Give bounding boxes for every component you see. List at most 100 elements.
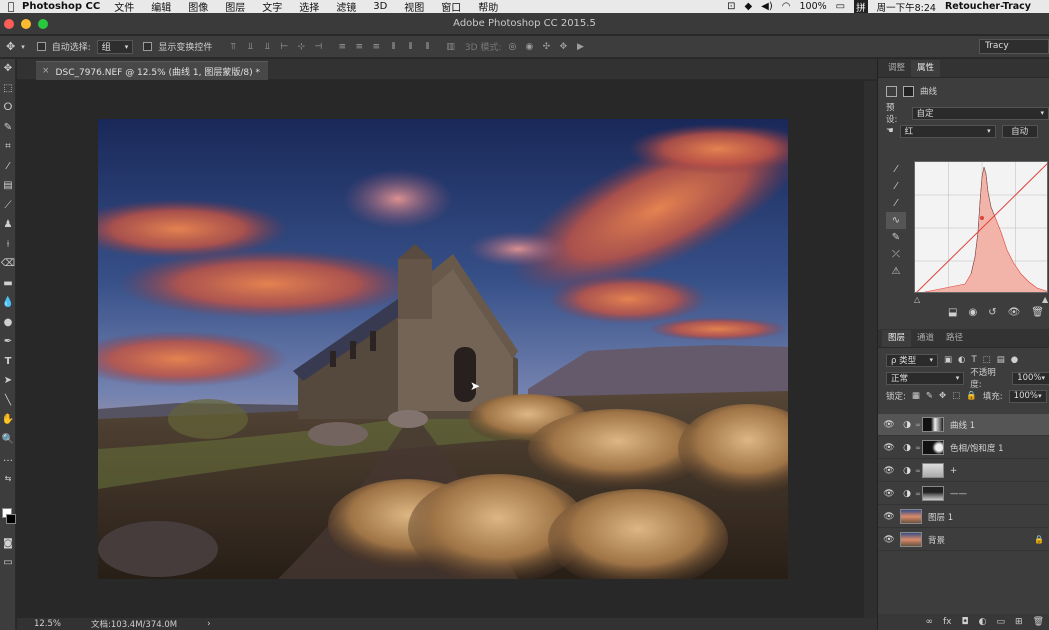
distribute-right-icon[interactable]: ⦀ <box>422 42 432 52</box>
menu-view[interactable]: 视图 <box>404 0 424 14</box>
auto-select-dropdown[interactable]: 组 ▾ <box>96 39 134 54</box>
filter-type-icon[interactable]: T <box>971 355 976 365</box>
target-adjust-icon[interactable]: ☚ <box>886 126 894 136</box>
lock-image-icon[interactable]: ✎ <box>926 391 933 401</box>
white-point-eyedropper-icon[interactable]: ⁄ <box>886 195 906 212</box>
distribute-bottom-icon[interactable]: ≡ <box>371 42 381 52</box>
wifi-icon[interactable]: ◠ <box>782 1 791 12</box>
screen-record-icon[interactable]: ⊡ <box>727 1 735 12</box>
white-input-slider[interactable]: ▲ <box>1042 295 1048 304</box>
layer-mask-thumbnail[interactable] <box>922 486 944 501</box>
reset-icon[interactable]: ↺ <box>988 307 996 318</box>
3d-camera-icon[interactable]: ▶ <box>575 42 585 52</box>
link-chain-icon[interactable]: ∞ <box>914 467 922 475</box>
brush-tool-icon[interactable]: ⟋ <box>0 196 16 216</box>
menu-window[interactable]: 窗口 <box>441 0 461 14</box>
healing-brush-tool-icon[interactable]: ▤ <box>0 176 16 196</box>
smooth-curve-icon[interactable]: ⤫ <box>886 246 906 263</box>
new-layer-icon[interactable]: ⊞ <box>1015 617 1023 627</box>
tool-preset-chevron-icon[interactable]: ▾ <box>21 43 25 51</box>
clone-stamp-tool-icon[interactable]: ♟ <box>0 215 16 235</box>
black-point-eyedropper-icon[interactable]: ⁄ <box>886 161 906 178</box>
filter-adjustment-icon[interactable]: ◐ <box>958 355 965 365</box>
lasso-tool-icon[interactable]: ⵔ <box>0 98 16 118</box>
link-layers-icon[interactable]: ∞ <box>926 617 934 627</box>
zoom-level[interactable]: 12.5% <box>34 619 61 629</box>
notification-icon[interactable]: ◆ <box>744 1 752 12</box>
layer-row[interactable]: 👁 背景 🔒 <box>878 529 1049 551</box>
delete-adjustment-icon[interactable]: 🗑 <box>1031 307 1044 318</box>
clock[interactable]: 周一下午8:24 <box>877 0 936 14</box>
canvas-area[interactable]: ➤ <box>17 81 864 618</box>
align-bottom-icon[interactable]: ⫫ <box>262 42 272 52</box>
link-chain-icon[interactable]: ∞ <box>914 421 922 429</box>
visibility-icon[interactable]: 👁 <box>1008 307 1021 318</box>
filter-toggle-icon[interactable]: ● <box>1011 355 1018 365</box>
visibility-eye-icon[interactable]: 👁 <box>878 443 900 453</box>
tab-properties[interactable]: 属性 <box>911 60 941 77</box>
show-transform-checkbox[interactable] <box>143 42 153 51</box>
align-right-icon[interactable]: ⊣ <box>313 42 323 52</box>
auto-select-checkbox[interactable] <box>36 42 46 51</box>
tab-adjustments[interactable]: 调整 <box>882 60 911 77</box>
menu-edit[interactable]: 编辑 <box>151 0 171 14</box>
close-tab-icon[interactable]: × <box>42 66 50 76</box>
distribute-hcenter-icon[interactable]: ⦀ <box>405 42 415 52</box>
menu-app-name[interactable]: Photoshop CC <box>22 1 100 12</box>
dodge-tool-icon[interactable]: ● <box>0 313 16 333</box>
auto-button[interactable]: 自动 <box>1001 124 1038 138</box>
move-tool-icon[interactable]: ✥ <box>0 59 16 79</box>
add-mask-icon[interactable]: ◘ <box>962 617 969 627</box>
menu-help[interactable]: 帮助 <box>478 0 498 14</box>
status-menu-chevron-icon[interactable]: › <box>207 619 210 629</box>
workspace-switcher[interactable]: Tracy <box>979 39 1049 54</box>
distribute-left-icon[interactable]: ⦀ <box>388 42 398 52</box>
distribute-vcenter-icon[interactable]: ≡ <box>354 42 364 52</box>
tab-layers[interactable]: 图层 <box>882 330 912 347</box>
pencil-curve-icon[interactable]: ✎ <box>886 229 906 246</box>
3d-drag-icon[interactable]: ✣ <box>541 42 551 52</box>
new-adjustment-icon[interactable]: ◐ <box>979 617 987 627</box>
layer-row[interactable]: 👁 ◑ ∞ + <box>878 460 1049 482</box>
tab-channels[interactable]: 通道 <box>911 330 940 347</box>
input-method[interactable]: 拼 <box>854 0 868 14</box>
zoom-tool-icon[interactable]: 🔍 <box>0 430 16 450</box>
crop-tool-icon[interactable]: ⌗ <box>0 137 16 157</box>
layer-mask-thumbnail[interactable] <box>922 463 944 478</box>
align-top-icon[interactable]: ⫪ <box>228 42 238 52</box>
preset-dropdown[interactable]: 自定 ▾ <box>911 106 1049 120</box>
opacity-field[interactable]: 100% ▾ <box>1012 371 1049 385</box>
link-chain-icon[interactable]: ∞ <box>914 444 922 452</box>
align-left-icon[interactable]: ⊢ <box>279 42 289 52</box>
apple-icon[interactable]:  <box>0 0 22 13</box>
layer-row[interactable]: 👁 图层 1 <box>878 506 1049 528</box>
lock-icon[interactable]: 🔒 <box>1034 535 1044 544</box>
filter-shape-icon[interactable]: ⬚ <box>983 355 991 365</box>
path-select-tool-icon[interactable]: ➤ <box>0 371 16 391</box>
screen-mode-icon[interactable]: ▭ <box>0 553 16 573</box>
curve-point-tool-icon[interactable]: ∿ <box>886 212 906 229</box>
eraser-tool-icon[interactable]: ⌫ <box>0 254 16 274</box>
lock-transparent-icon[interactable]: ▦ <box>912 391 920 401</box>
filter-smart-object-icon[interactable]: ▤ <box>997 355 1005 365</box>
document-image[interactable] <box>98 119 788 579</box>
layer-row[interactable]: 👁 ◑ ∞ —— <box>878 483 1049 505</box>
distribute-top-icon[interactable]: ≡ <box>337 42 347 52</box>
layer-filter-dropdown[interactable]: ρ 类型 ▾ <box>886 353 938 367</box>
hand-tool-icon[interactable]: ✋ <box>0 410 16 430</box>
gradient-tool-icon[interactable]: ▬ <box>0 274 16 294</box>
curves-graph[interactable] <box>914 161 1048 293</box>
3d-roll-icon[interactable]: ◉ <box>524 42 534 52</box>
new-group-icon[interactable]: ▭ <box>997 617 1006 627</box>
filter-pixel-icon[interactable]: ▣ <box>944 355 952 365</box>
clip-to-layer-icon[interactable]: ⬓ <box>948 307 957 318</box>
align-hcenter-icon[interactable]: ⊹ <box>296 42 306 52</box>
3d-slide-icon[interactable]: ✥ <box>558 42 568 52</box>
visibility-eye-icon[interactable]: 👁 <box>878 535 900 545</box>
lock-artboard-icon[interactable]: ⬚ <box>952 391 960 401</box>
quick-select-tool-icon[interactable]: ✎ <box>0 118 16 138</box>
pen-tool-icon[interactable]: ✒ <box>0 332 16 352</box>
view-previous-icon[interactable]: ◉ <box>968 307 977 318</box>
menu-3d[interactable]: 3D <box>373 1 387 12</box>
channel-dropdown[interactable]: 红 ▾ <box>899 124 996 138</box>
